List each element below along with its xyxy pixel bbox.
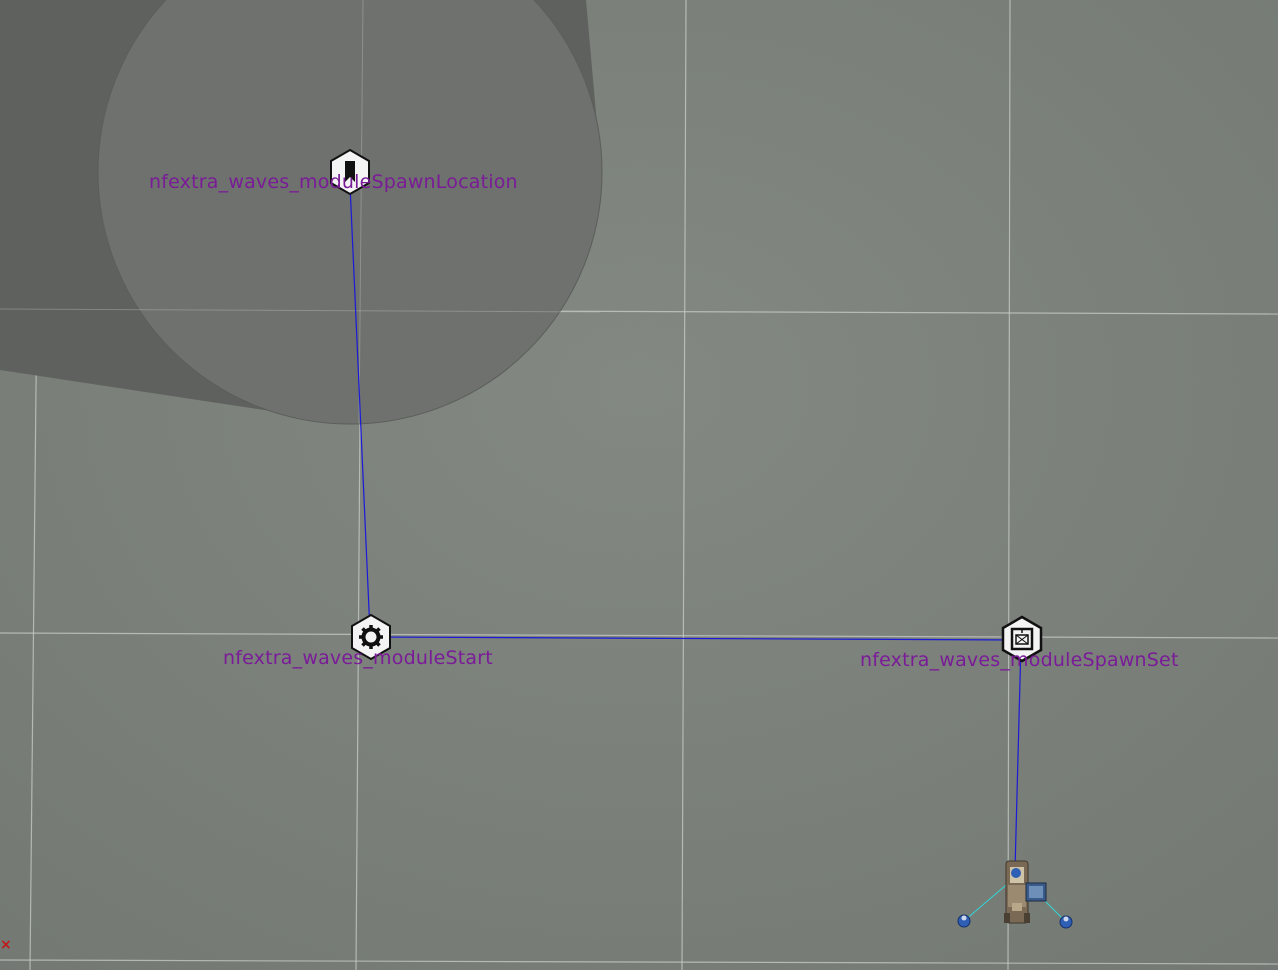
origin-x-icon: × [0, 937, 12, 953]
editor-viewport[interactable]: nfextra_waves_moduleSpawnLocation nfextr… [0, 0, 1278, 970]
cylinder-object[interactable] [0, 0, 603, 425]
crew-member-left-icon[interactable] [957, 914, 971, 928]
module-label-spawn-location: nfextra_waves_moduleSpawnLocation [149, 171, 518, 193]
crew-member-right-icon[interactable] [1059, 915, 1073, 929]
module-label-start: nfextra_waves_moduleStart [223, 647, 493, 669]
scene-canvas[interactable] [0, 0, 1278, 970]
module-label-spawn-set: nfextra_waves_moduleSpawnSet [860, 649, 1179, 671]
